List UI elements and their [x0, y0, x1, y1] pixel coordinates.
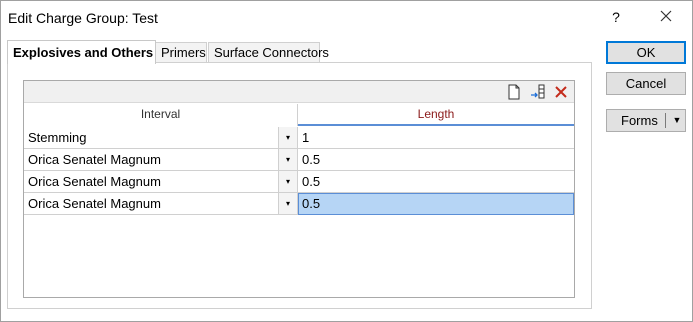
column-header-length[interactable]: Length [298, 104, 574, 126]
table-row[interactable]: Stemming ▾ 1 [24, 127, 574, 149]
ok-button[interactable]: OK [606, 41, 686, 64]
forms-separator [665, 113, 666, 128]
dialog-title: Edit Charge Group: Test [8, 10, 158, 26]
dialog-window: Edit Charge Group: Test ? Explosives and… [0, 0, 693, 322]
charge-grid: Interval Length Stemming ▾ 1 Orica Senat… [23, 80, 575, 298]
grid-toolbar [24, 81, 574, 103]
grid-header: Interval Length [24, 104, 574, 126]
length-cell[interactable]: 0.5 [298, 171, 574, 193]
interval-cell[interactable]: Orica Senatel Magnum [24, 193, 279, 215]
delete-row-icon[interactable] [552, 83, 570, 101]
forms-button-label: Forms [621, 113, 658, 128]
insert-row-icon[interactable] [529, 83, 547, 101]
chevron-down-icon[interactable]: ▾ [279, 149, 298, 171]
forms-button[interactable]: Forms ▼ [606, 109, 686, 132]
length-cell[interactable]: 0.5 [298, 149, 574, 171]
column-header-interval[interactable]: Interval [24, 104, 298, 126]
tab-surface-connectors[interactable]: Surface Connectors [208, 42, 329, 63]
length-cell[interactable]: 0.5 [298, 193, 574, 215]
cancel-button[interactable]: Cancel [606, 72, 686, 95]
chevron-down-icon[interactable]: ▾ [279, 171, 298, 193]
length-cell[interactable]: 1 [298, 127, 574, 149]
interval-cell[interactable]: Orica Senatel Magnum [24, 171, 279, 193]
help-button[interactable]: ? [605, 7, 627, 27]
table-row[interactable]: Orica Senatel Magnum ▾ 0.5 [24, 171, 574, 193]
new-row-icon[interactable] [505, 83, 523, 101]
interval-cell[interactable]: Orica Senatel Magnum [24, 149, 279, 171]
tab-primers[interactable]: Primers [155, 42, 207, 63]
chevron-down-icon[interactable]: ▾ [279, 127, 298, 149]
chevron-down-icon[interactable]: ▾ [279, 193, 298, 215]
close-icon[interactable] [653, 6, 679, 28]
interval-cell[interactable]: Stemming [24, 127, 279, 149]
table-row[interactable]: Orica Senatel Magnum ▾ 0.5 [24, 149, 574, 171]
title-bar: Edit Charge Group: Test ? [1, 1, 692, 34]
tab-explosives-and-others[interactable]: Explosives and Others [7, 40, 156, 64]
table-row[interactable]: Orica Senatel Magnum ▾ 0.5 [24, 193, 574, 215]
chevron-down-icon[interactable]: ▼ [669, 110, 685, 131]
